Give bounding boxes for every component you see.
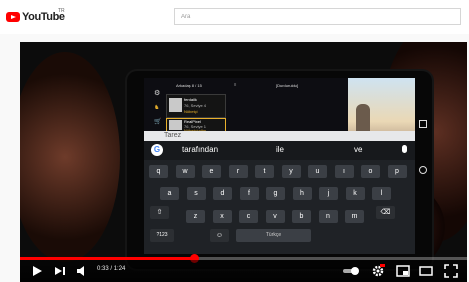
- suggestion-word[interactable]: ile: [276, 145, 284, 154]
- time-display: 0:33 / 1:24: [97, 266, 125, 272]
- suggestion-word[interactable]: ve: [354, 145, 362, 154]
- chat-input-text: Tarez: [164, 132, 182, 139]
- keyboard-key[interactable]: g: [266, 187, 285, 200]
- keyboard-key[interactable]: y: [281, 165, 301, 178]
- keyboard-key[interactable]: m: [345, 210, 364, 223]
- youtube-logo[interactable]: YouTube TR: [6, 8, 65, 25]
- suggestion-word[interactable]: tarafından: [182, 145, 218, 154]
- friend-status: Nöbetçi: [184, 109, 198, 114]
- friends-header: Arkadaş 8 / 15: [176, 83, 202, 88]
- keyboard-key[interactable]: l: [372, 187, 391, 200]
- avatar: [169, 120, 182, 130]
- keyboard-key[interactable]: z: [186, 210, 205, 223]
- miniplayer-icon[interactable]: [396, 264, 410, 278]
- space-key[interactable]: Türkçe: [236, 229, 311, 242]
- video-background: [20, 52, 120, 262]
- emoji-key-icon[interactable]: ☺: [210, 229, 229, 242]
- masthead: YouTube TR: [0, 0, 469, 34]
- theater-mode-icon[interactable]: [419, 264, 433, 278]
- avatar: [169, 98, 182, 112]
- keyboard-key[interactable]: u: [308, 165, 327, 178]
- keyboard-key[interactable]: p: [387, 165, 407, 178]
- keyboard-key[interactable]: v: [265, 210, 285, 223]
- backspace-key-icon[interactable]: ⌫: [376, 206, 395, 219]
- keyboard-key[interactable]: w: [175, 165, 195, 178]
- keyboard-key[interactable]: j: [319, 187, 338, 200]
- keyboard-key[interactable]: q: [149, 165, 168, 178]
- settings-icon: ⚙: [154, 90, 161, 97]
- phone-device: Arkadaş 8 / 15 ≡ [Durduruldu] ⚙ ♞ 🛒 ferd…: [127, 71, 432, 269]
- keyboard-key[interactable]: d: [213, 187, 232, 200]
- time-current: 0:33: [97, 266, 109, 272]
- time-separator: /: [110, 266, 113, 272]
- next-icon[interactable]: [53, 264, 67, 278]
- volume-icon[interactable]: [75, 264, 89, 278]
- search-box[interactable]: [174, 8, 461, 25]
- keyboard-key[interactable]: a: [160, 187, 179, 200]
- video-player[interactable]: Arkadaş 8 / 15 ≡ [Durduruldu] ⚙ ♞ 🛒 ferd…: [20, 42, 467, 282]
- phone-screen: Arkadaş 8 / 15 ≡ [Durduruldu] ⚙ ♞ 🛒 ferd…: [144, 78, 415, 254]
- country-code: TR: [58, 8, 65, 14]
- time-total: 1:24: [113, 266, 126, 272]
- circle-nav-icon: [419, 166, 427, 174]
- search-input[interactable]: [181, 10, 451, 23]
- friend-level: 76, Seviye 4: [184, 103, 207, 108]
- keyboard-key[interactable]: e: [202, 165, 221, 178]
- keyboard-key[interactable]: x: [212, 210, 232, 223]
- team-icon: ♞: [154, 105, 160, 111]
- number-mode-key[interactable]: ?123: [150, 229, 174, 242]
- chat-input[interactable]: Tarez: [144, 131, 415, 141]
- keyboard-key[interactable]: k: [345, 187, 365, 200]
- settings-gear-icon[interactable]: [371, 264, 385, 278]
- google-g-icon[interactable]: G: [151, 144, 163, 156]
- keyboard-key[interactable]: r: [228, 165, 248, 178]
- shift-key-icon[interactable]: ⇧: [150, 206, 169, 219]
- keyboard-key[interactable]: n: [318, 210, 338, 223]
- onscreen-keyboard: qwertyuıop asdfghjkl zxcvbnm ⇧ ⌫ ?123 ☺ Tü…: [144, 160, 415, 254]
- autoplay-toggle-icon[interactable]: [342, 264, 360, 278]
- youtube-play-icon: [6, 12, 20, 22]
- square-nav-icon: [419, 120, 427, 128]
- microphone-icon[interactable]: [402, 145, 407, 153]
- keyboard-key[interactable]: f: [239, 187, 259, 200]
- keyboard-key[interactable]: o: [361, 165, 380, 178]
- friend-name: ferdailk: [184, 97, 197, 102]
- keyboard-key[interactable]: s: [186, 187, 206, 200]
- keyboard-key[interactable]: ı: [334, 165, 354, 178]
- fullscreen-icon[interactable]: [444, 264, 458, 278]
- cart-icon: 🛒: [154, 119, 162, 125]
- keyboard-key[interactable]: h: [292, 187, 312, 200]
- session-status: [Durduruldu]: [276, 83, 299, 88]
- player-controls: 0:33 / 1:24: [20, 260, 467, 282]
- play-icon[interactable]: [30, 264, 44, 278]
- menu-icon: ≡: [234, 82, 237, 87]
- keyboard-key[interactable]: b: [292, 210, 311, 223]
- suggestion-bar: G tarafından ile ve: [144, 141, 415, 160]
- keyboard-key[interactable]: t: [255, 165, 274, 178]
- keyboard-key[interactable]: c: [239, 210, 258, 223]
- friend-card[interactable]: ferdailk 76, Seviye 4 Nöbetçi: [166, 94, 226, 118]
